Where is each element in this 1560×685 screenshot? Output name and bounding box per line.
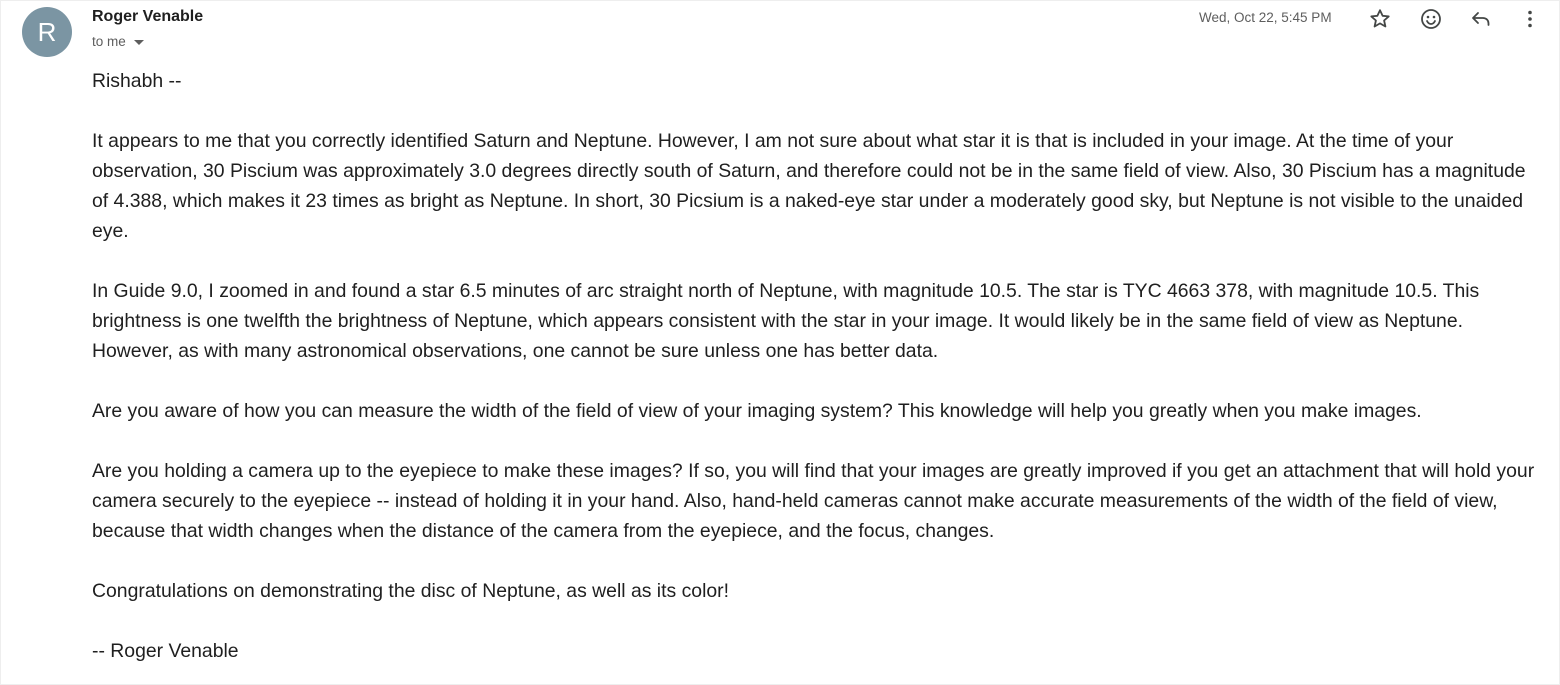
add-reaction-button[interactable] [1417,5,1445,33]
emoji-react-icon [1421,9,1441,29]
email-message-view: R Roger Venable to me Wed, Oct 22, 5:45 … [0,0,1560,685]
star-button[interactable] [1366,5,1394,33]
message-timestamp: Wed, Oct 22, 5:45 PM [1199,10,1332,25]
message-body: Rishabh -- It appears to me that you cor… [92,66,1542,666]
message-paragraph: Rishabh -- [92,70,182,92]
star-outline-icon [1370,9,1390,28]
message-paragraph: Are you holding a camera up to the eyepi… [92,460,1535,542]
message-paragraph: In Guide 9.0, I zoomed in and found a st… [92,280,1480,362]
recipient-details-toggle[interactable]: to me [92,34,144,49]
more-vertical-icon [1528,10,1532,28]
message-paragraph: Congratulations on demonstrating the dis… [92,580,730,602]
reply-icon [1472,12,1490,26]
message-paragraph: It appears to me that you correctly iden… [92,130,1526,242]
chevron-down-icon[interactable] [133,40,144,45]
message-paragraph: Are you aware of how you can measure the… [92,400,1422,422]
reply-button[interactable] [1467,5,1495,33]
avatar[interactable]: R [22,7,72,57]
sender-name[interactable]: Roger Venable [92,8,203,26]
recipient-label: to me [92,34,126,49]
more-options-button[interactable] [1516,5,1544,33]
message-signature: -- Roger Venable [92,640,239,662]
